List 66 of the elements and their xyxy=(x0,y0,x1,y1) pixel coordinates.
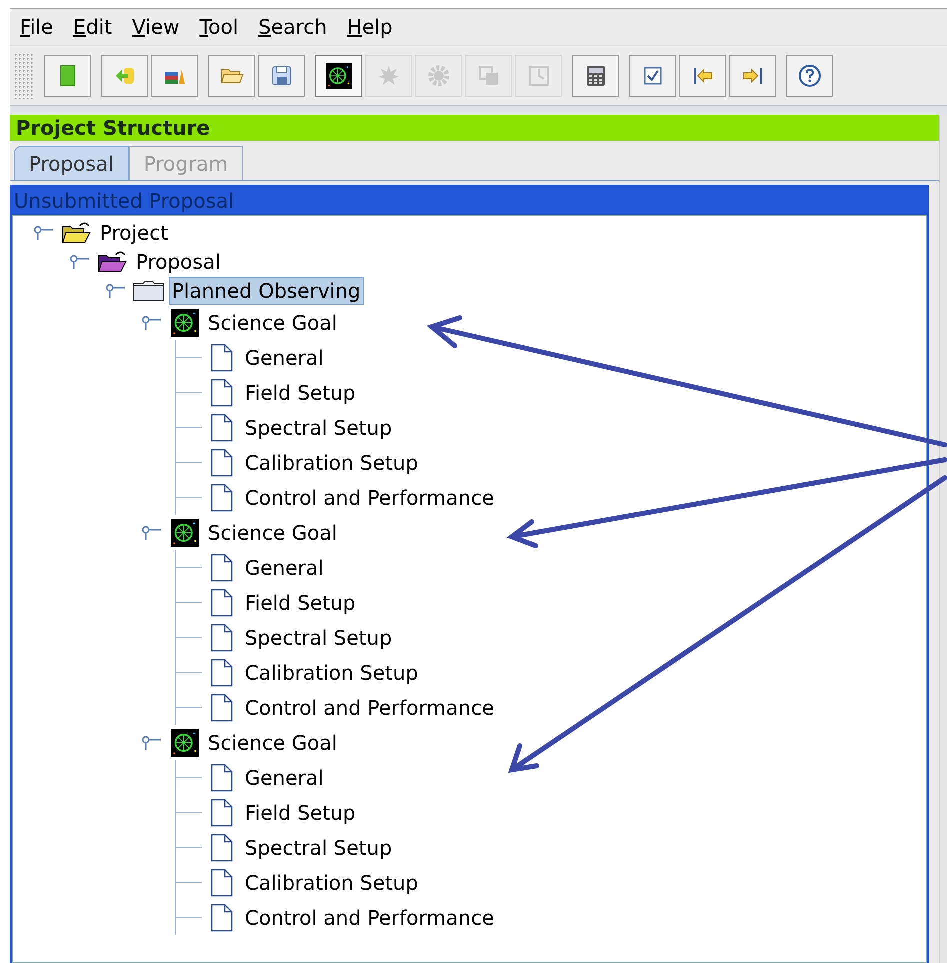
document-icon xyxy=(210,868,234,896)
gear-icon xyxy=(426,64,450,88)
help-icon xyxy=(798,64,822,88)
folder-icon xyxy=(98,250,128,274)
toolbar-button[interactable] xyxy=(572,54,619,96)
document-icon xyxy=(210,798,234,826)
expanded-handle-icon[interactable] xyxy=(141,316,163,330)
tree-item[interactable]: General xyxy=(242,554,327,582)
document-icon xyxy=(210,624,234,652)
menu-item[interactable]: File xyxy=(20,12,54,42)
document-icon xyxy=(210,904,234,932)
tree-item[interactable]: Calibration Setup xyxy=(242,448,422,476)
menu-item[interactable]: Help xyxy=(347,12,393,42)
tree-item[interactable]: Planned Observing xyxy=(169,276,364,304)
menu-item[interactable]: Edit xyxy=(73,12,112,42)
folder-icon xyxy=(62,220,92,244)
tree-item[interactable]: Science Goal xyxy=(205,518,340,546)
tree-item[interactable]: Spectral Setup xyxy=(242,834,396,862)
target-icon xyxy=(171,308,199,336)
expanded-handle-icon[interactable] xyxy=(105,284,127,298)
tree-item[interactable]: Proposal xyxy=(133,248,224,276)
menu-item[interactable]: Tool xyxy=(200,12,239,42)
document-icon xyxy=(210,484,234,512)
toolbar-button[interactable] xyxy=(315,54,362,96)
tree-item[interactable]: Science Goal xyxy=(205,308,340,336)
tree-item[interactable]: Spectral Setup xyxy=(242,414,396,442)
document-icon xyxy=(210,448,234,476)
panel-title: Project Structure xyxy=(10,115,939,141)
document-icon xyxy=(210,414,234,442)
document-icon xyxy=(210,658,234,686)
tree-item[interactable]: Calibration Setup xyxy=(242,658,422,686)
document-icon xyxy=(210,344,234,372)
document-icon xyxy=(210,378,234,406)
document-icon xyxy=(210,834,234,862)
tree-item[interactable]: General xyxy=(242,764,327,792)
expanded-handle-icon[interactable] xyxy=(141,526,163,540)
tree-item[interactable]: Science Goal xyxy=(205,728,340,756)
tree-item[interactable]: Control and Performance xyxy=(242,694,498,722)
menu-item[interactable]: Search xyxy=(258,12,328,42)
tree-item[interactable]: Calibration Setup xyxy=(242,868,422,896)
expanded-handle-icon[interactable] xyxy=(141,736,163,750)
copy-icon xyxy=(476,64,500,88)
document-icon xyxy=(210,764,234,792)
tree-title: Unsubmitted Proposal xyxy=(13,188,236,215)
target-icon xyxy=(326,62,352,88)
tree-item[interactable]: Field Setup xyxy=(242,378,359,406)
target-icon xyxy=(171,728,199,756)
document-icon xyxy=(210,588,234,616)
tree-item[interactable]: Project xyxy=(97,218,172,246)
document-icon xyxy=(210,554,234,582)
expanded-handle-icon[interactable] xyxy=(69,254,91,268)
toolbar-button[interactable] xyxy=(786,54,833,96)
expanded-handle-icon[interactable] xyxy=(33,226,55,240)
tab[interactable]: Proposal xyxy=(14,146,129,180)
document-icon xyxy=(210,694,234,722)
folder-icon xyxy=(133,278,165,302)
tree-item[interactable]: Control and Performance xyxy=(242,484,498,512)
menu-item[interactable]: View xyxy=(132,12,180,42)
burst-icon xyxy=(376,64,400,88)
tree-item[interactable]: General xyxy=(242,344,327,372)
tree-item[interactable]: Spectral Setup xyxy=(242,624,396,652)
target-icon xyxy=(171,518,199,546)
tree-item[interactable]: Control and Performance xyxy=(242,904,498,932)
tree-item[interactable]: Field Setup xyxy=(242,588,359,616)
panel-icon xyxy=(526,64,550,88)
tree-item[interactable]: Field Setup xyxy=(242,798,359,826)
